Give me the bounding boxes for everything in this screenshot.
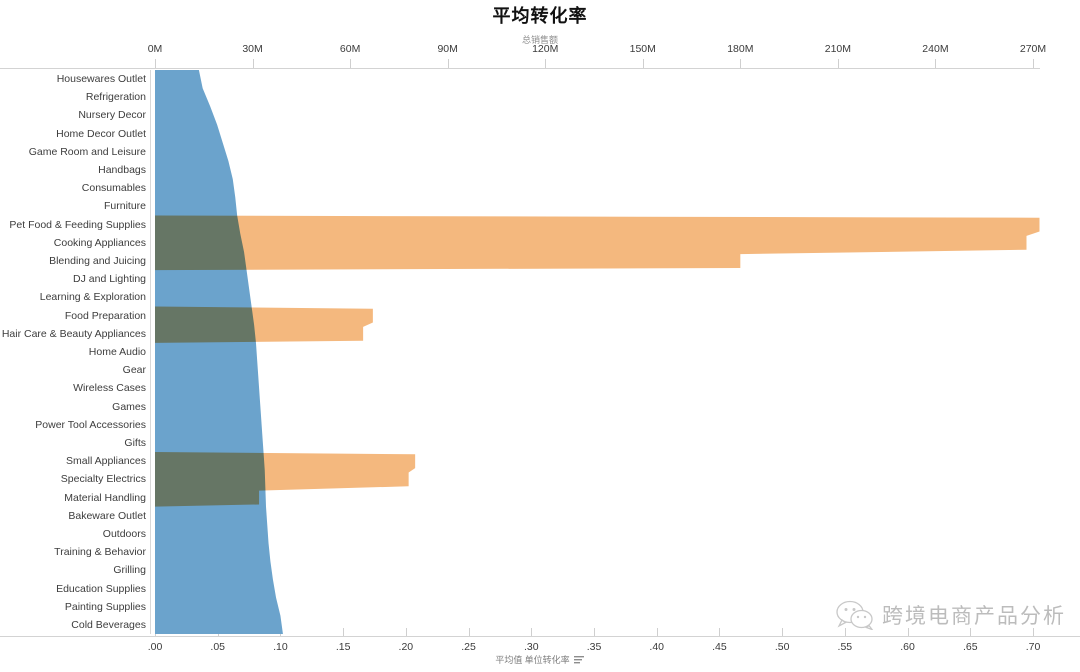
bottom-axis-tick: .25: [461, 641, 476, 653]
top-axis-tick-mark: [642, 59, 644, 68]
plot-area: [155, 70, 1080, 634]
bottom-axis-tick: .65: [962, 641, 978, 653]
top-axis-tick-mark: [155, 59, 156, 68]
bottom-axis-tick: .10: [273, 641, 288, 653]
category-label: Cold Beverages: [71, 618, 146, 631]
bottom-axis-tick: .30: [523, 641, 539, 653]
category-label: Pet Food & Feeding Supplies: [9, 218, 146, 231]
top-axis-tick-mark: [252, 59, 254, 68]
category-label: Nursery Decor: [78, 109, 146, 122]
bottom-axis-tick: .55: [837, 641, 853, 653]
category-label: Hair Care & Beauty Appliances: [1, 327, 146, 340]
bottom-axis-tick: .00: [147, 641, 163, 653]
category-label: Blending and Juicing: [49, 255, 146, 268]
category-label: Handbags: [98, 164, 146, 177]
top-axis-tick-mark: [350, 59, 352, 68]
watermark: 跨境电商产品分析: [836, 600, 1066, 631]
category-label: Furniture: [103, 200, 146, 213]
category-label: Games: [112, 400, 146, 413]
bottom-axis-title: 平均值 单位转化率: [0, 653, 1080, 666]
category-label: Specialty Electrics: [60, 473, 146, 486]
category-label: Wireless Cases: [73, 382, 146, 395]
category-label: Housewares Outlet: [56, 73, 146, 86]
top-axis-tick-mark: [740, 59, 742, 68]
area-series-total-sales: [155, 215, 1040, 507]
page-title: 平均转化率: [492, 6, 588, 26]
category-label: Game Room and Leisure: [28, 145, 146, 158]
top-axis-line-left: [0, 68, 149, 69]
category-label: Training & Behavior: [54, 546, 146, 559]
top-axis-tick-mark: [447, 59, 449, 68]
bottom-axis-tick: .50: [774, 641, 790, 653]
sort-descending-icon[interactable]: [573, 655, 585, 666]
top-axis-title: 总销售额: [521, 35, 558, 45]
category-label: Gifts: [124, 436, 146, 449]
category-label: Power Tool Accessories: [35, 418, 146, 431]
bottom-axis-title-text: 平均值 单位转化率: [495, 655, 570, 665]
top-axis-tick-mark: [935, 59, 937, 68]
category-label: Bakeware Outlet: [68, 509, 146, 522]
category-label: Outdoors: [102, 527, 146, 540]
area-chart-svg: [155, 70, 1040, 634]
category-label: Small Appliances: [66, 455, 146, 468]
watermark-text: 跨境电商产品分析: [882, 604, 1066, 628]
category-label: Grilling: [113, 564, 146, 577]
top-axis-line: [148, 68, 1040, 69]
area-wedge: [155, 306, 373, 343]
area-wedge: [155, 452, 416, 507]
bottom-axis-tick: .40: [649, 641, 665, 653]
wechat-logo-icon: [836, 600, 874, 631]
bottom-axis-tick: .45: [712, 641, 727, 653]
top-axis-tick-mark: [545, 59, 547, 68]
category-axis: Housewares Outlet Refrigeration Nursery De…: [0, 70, 148, 634]
category-label: Education Supplies: [56, 582, 146, 595]
bottom-axis-tick: .15: [335, 641, 351, 653]
top-axis-tick-mark: [1033, 59, 1034, 68]
area-wedge: [155, 215, 1040, 271]
category-label: Learning & Exploration: [39, 291, 146, 304]
top-axis-tick-mark: [837, 59, 839, 68]
category-label: DJ and Lighting: [73, 273, 146, 286]
category-axis-line: [150, 70, 151, 634]
chart-root: 平均转化率 总销售额 0M 30M 60M 90M 120M 150M 180M 210M 24…: [0, 0, 1080, 672]
bottom-axis-tick: .35: [586, 641, 602, 653]
category-label: Food Preparation: [64, 309, 146, 322]
category-label: Home Audio: [88, 346, 146, 358]
bottom-axis-tick: .70: [1025, 641, 1041, 653]
bottom-axis-tick: .05: [210, 641, 226, 653]
category-label: Cooking Appliances: [53, 236, 146, 249]
bottom-axis-tick: .20: [398, 641, 414, 653]
category-label: Refrigeration: [85, 91, 146, 104]
area-series-conversion-rate: [155, 70, 283, 634]
bottom-axis-tick: .60: [900, 641, 915, 653]
category-label: Material Handling: [64, 491, 146, 504]
category-label: Painting Supplies: [64, 600, 146, 613]
category-label: Consumables: [81, 182, 146, 195]
category-label: Gear: [122, 364, 146, 377]
category-label: Home Decor Outlet: [56, 127, 146, 140]
bottom-axis-line: [0, 636, 1080, 637]
